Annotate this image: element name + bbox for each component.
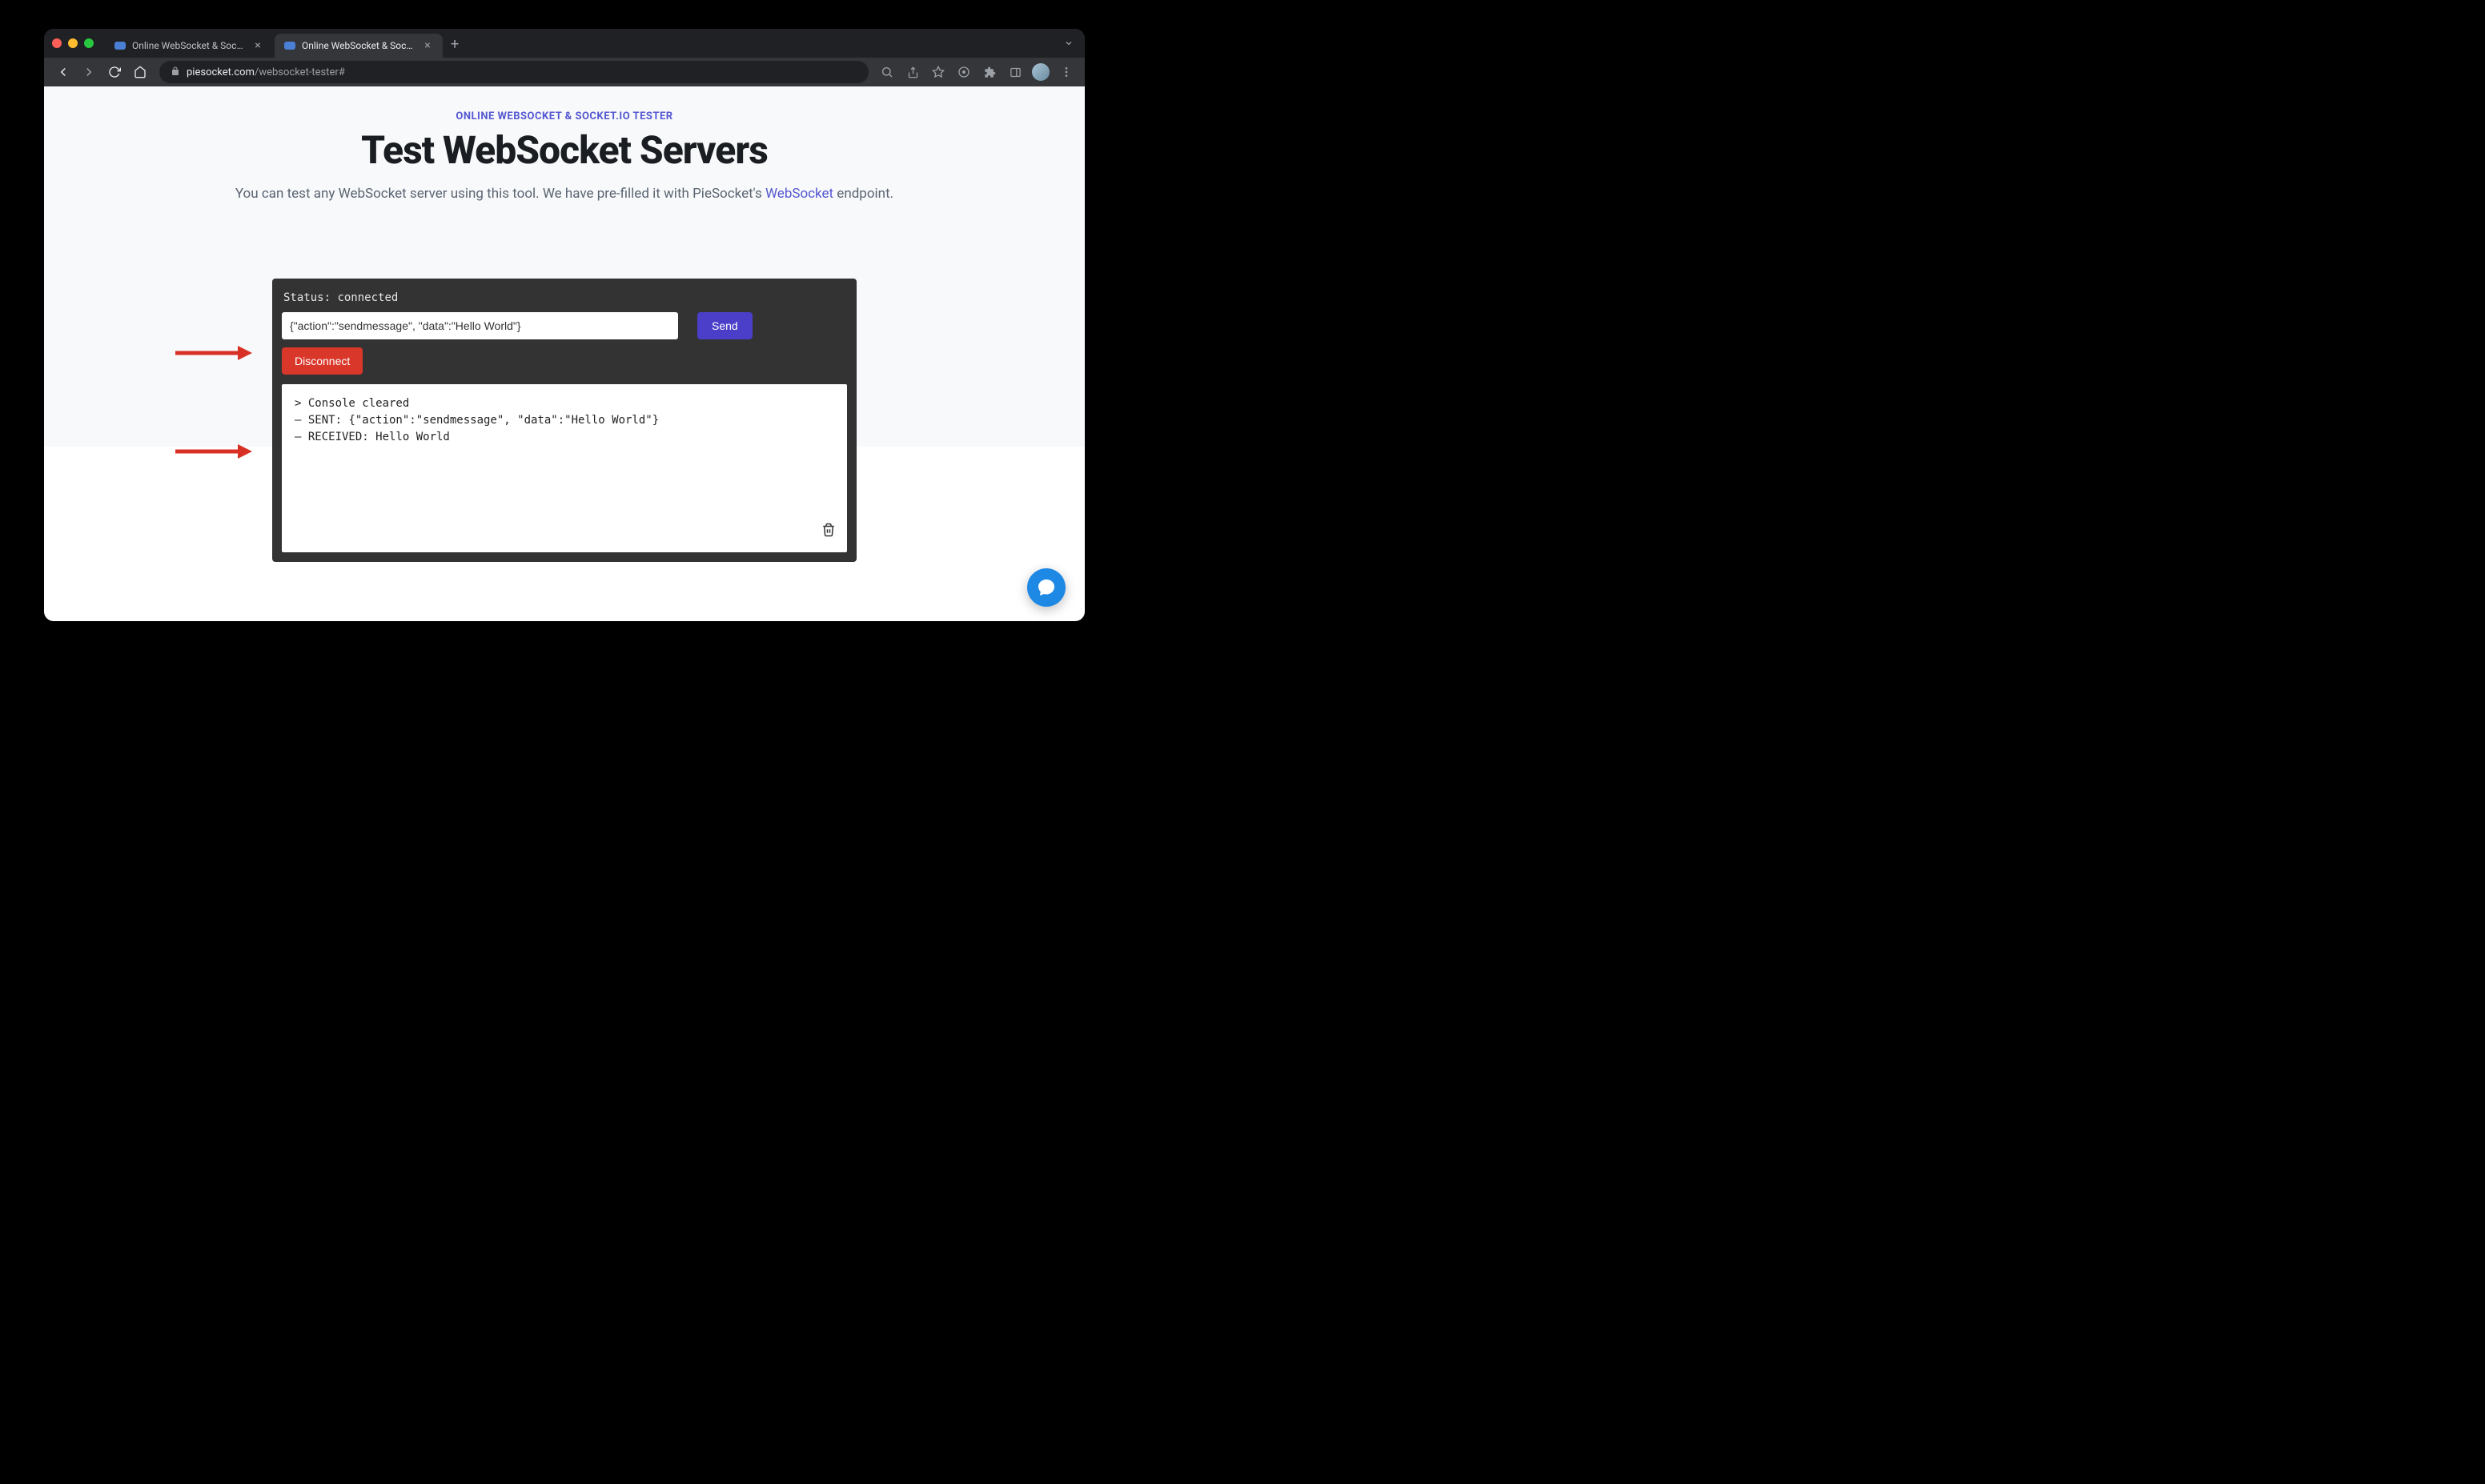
window-controls [52,38,103,48]
home-button[interactable] [129,61,151,83]
tab-bar: Online WebSocket & Socket.io × Online We… [44,29,1085,58]
annotation-arrow-icon [175,443,252,460]
websocket-tester-panel: Status: connected Send Disconnect > Cons… [272,279,857,562]
send-button[interactable]: Send [697,312,753,339]
console-output: > Console cleared – SENT: {"action":"sen… [282,384,847,552]
window-maximize-button[interactable] [84,38,94,48]
lock-icon [171,66,180,78]
disconnect-button[interactable]: Disconnect [282,347,363,375]
status-value: connected [337,291,398,304]
websocket-link[interactable]: WebSocket [765,186,833,202]
page-eyebrow: ONLINE WEBSOCKET & SOCKET.IO TESTER [44,110,1085,122]
kebab-menu-icon[interactable] [1056,62,1077,82]
page-subhead: You can test any WebSocket server using … [44,184,1085,205]
tabs-overflow-button[interactable] [1064,36,1085,51]
clear-console-button[interactable] [821,523,836,543]
adblock-icon[interactable] [953,62,974,82]
console-line: – SENT: {"action":"sendmessage", "data":… [295,412,834,429]
subhead-text: endpoint. [833,186,893,202]
window-close-button[interactable] [52,38,62,48]
new-tab-button[interactable]: + [444,36,465,53]
chat-widget-button[interactable] [1027,568,1066,607]
tab-favicon-icon [114,42,126,50]
page-title: Test WebSocket Servers [44,127,1085,173]
annotation-arrow-icon [175,344,252,362]
zoom-icon[interactable] [877,62,897,82]
back-button[interactable] [52,61,74,83]
window-minimize-button[interactable] [68,38,78,48]
address-bar: piesocket.com/websocket-tester# [44,58,1085,86]
profile-avatar[interactable] [1030,62,1051,82]
forward-button[interactable] [78,61,100,83]
tab-title: Online WebSocket & Socket.io [302,40,416,51]
status-label: Status: [283,291,331,304]
message-input-row: Send [282,312,847,339]
url-bar[interactable]: piesocket.com/websocket-tester# [159,61,869,83]
share-icon[interactable] [902,62,923,82]
bookmark-icon[interactable] [928,62,949,82]
console-line: > Console cleared [295,395,834,412]
avatar-icon [1032,63,1050,81]
browser-tab-active[interactable]: Online WebSocket & Socket.io × [275,34,443,58]
tab-close-icon[interactable]: × [252,40,263,51]
tab-title: Online WebSocket & Socket.io [132,40,246,51]
console-line: – RECEIVED: Hello World [295,429,834,446]
page-content: ONLINE WEBSOCKET & SOCKET.IO TESTER Test… [44,86,1085,621]
browser-tab[interactable]: Online WebSocket & Socket.io × [105,34,273,58]
browser-window: Online WebSocket & Socket.io × Online We… [44,29,1085,621]
subhead-text: You can test any WebSocket server using … [235,186,765,202]
url-text: piesocket.com/websocket-tester# [187,66,345,78]
reload-button[interactable] [103,61,126,83]
tab-favicon-icon [284,42,295,50]
tab-close-icon[interactable]: × [422,40,433,51]
message-input[interactable] [282,312,678,339]
chat-icon [1037,578,1056,597]
chevron-down-icon [1064,36,1074,51]
extensions-icon[interactable] [979,62,1000,82]
status-line: Status: connected [282,288,847,312]
toolbar-right [877,62,1077,82]
side-panel-icon[interactable] [1005,62,1026,82]
